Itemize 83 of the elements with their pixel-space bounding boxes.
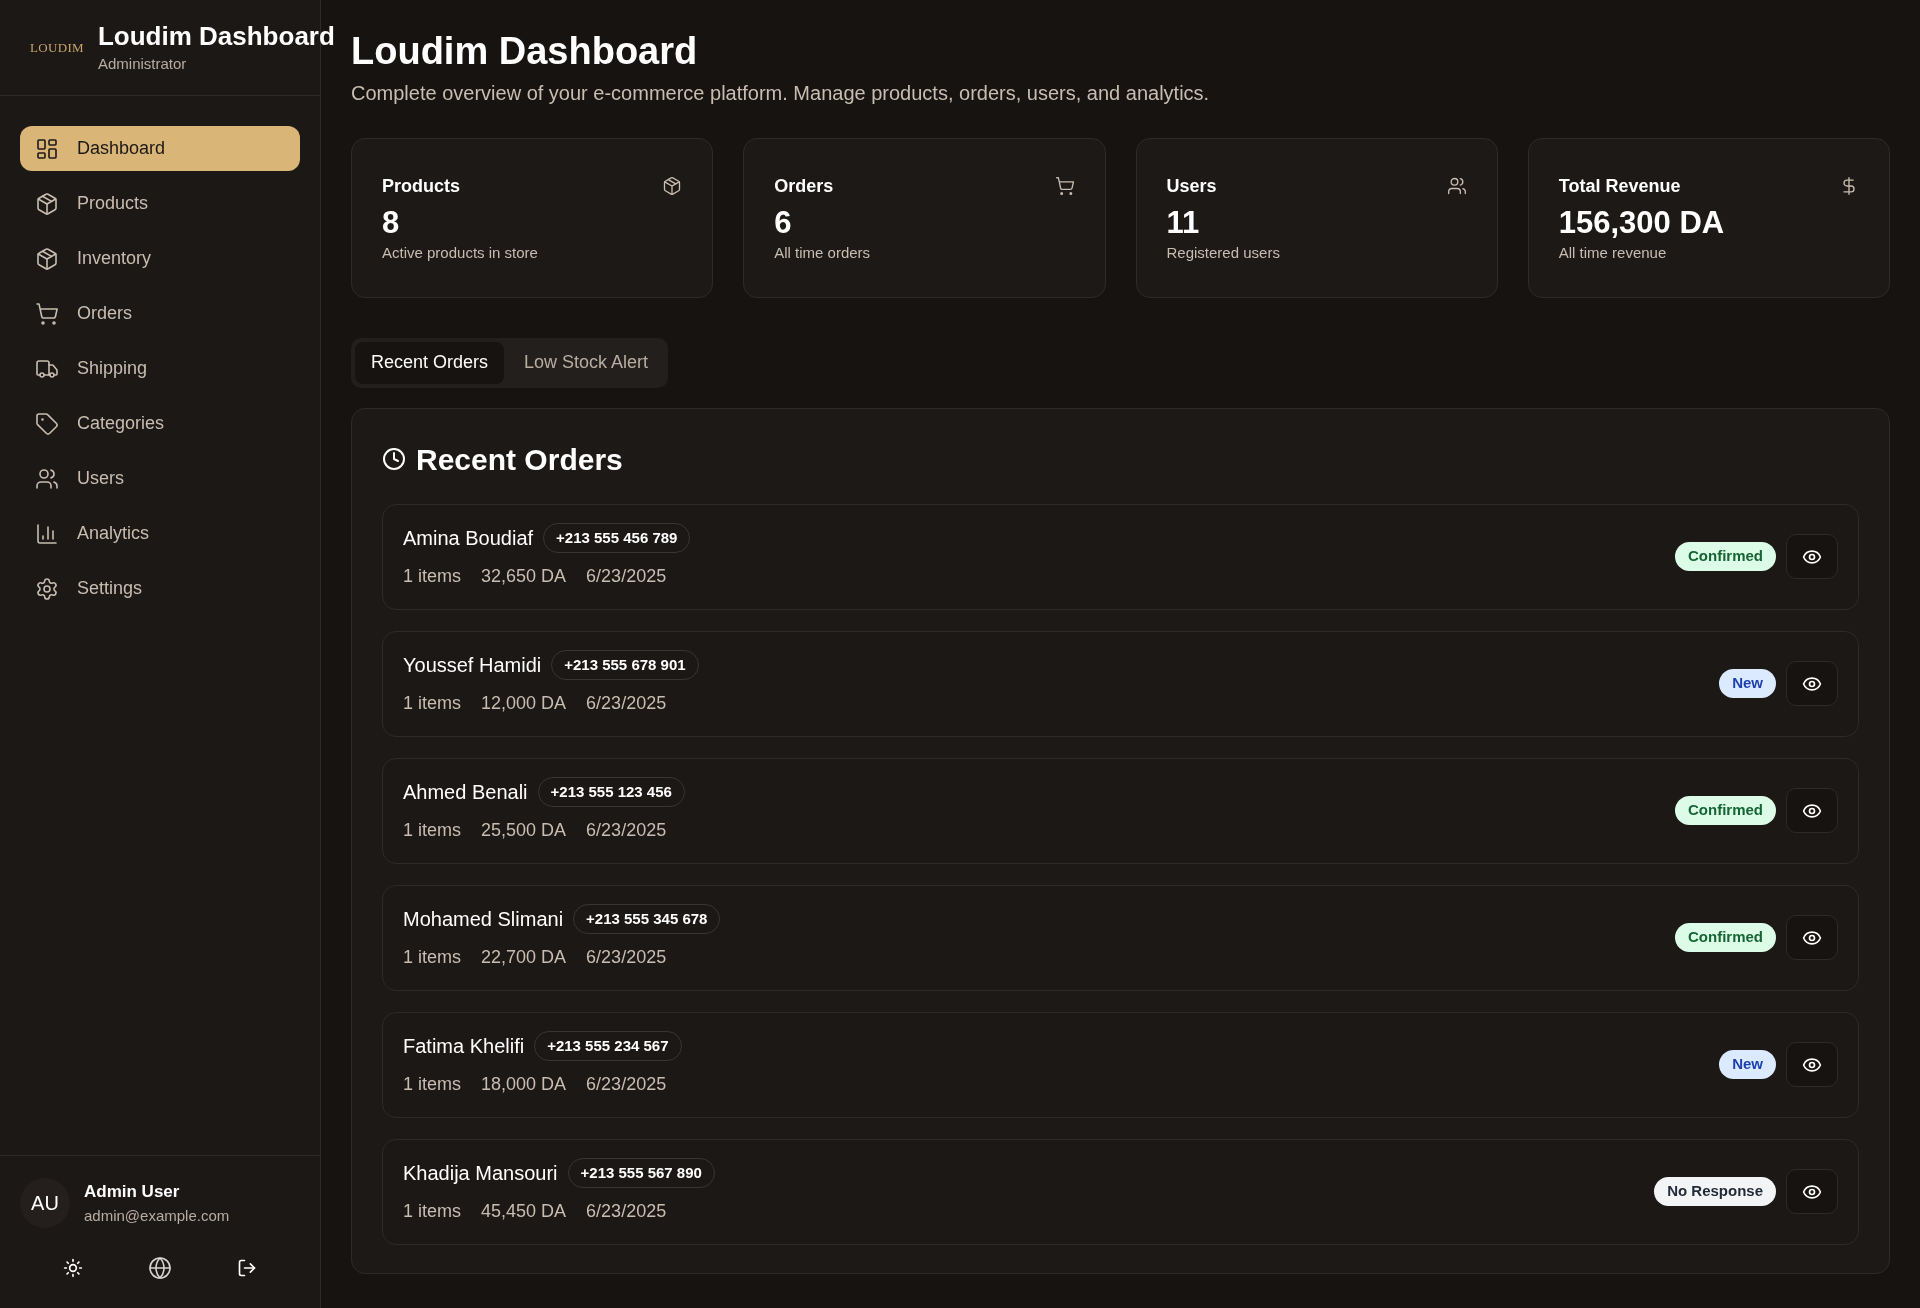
page-title: Loudim Dashboard <box>351 29 699 74</box>
view-button[interactable] <box>1786 1042 1838 1087</box>
logout-icon <box>237 1258 258 1278</box>
order-date: 6/23/2025 <box>586 692 667 716</box>
box-icon <box>35 246 59 271</box>
stat-label: Total Revenue <box>1558 174 1681 198</box>
status-badge: Confirmed <box>1675 542 1776 571</box>
stat-caption: All time orders <box>774 243 872 264</box>
sidebar-item[interactable]: Settings <box>20 566 300 611</box>
user-name: Admin User <box>84 1181 181 1203</box>
sidebar-item[interactable]: Categories <box>20 401 300 446</box>
box-icon <box>662 176 683 196</box>
view-button[interactable] <box>1786 661 1838 706</box>
order-total: 25,500 DA <box>481 819 567 843</box>
grid-icon <box>35 136 59 161</box>
item-count: 1 items <box>403 565 462 589</box>
customer-name: Ahmed Benali <box>403 780 528 805</box>
stat-caption: Registered users <box>1166 243 1281 264</box>
customer-name: Amina Boudiaf <box>403 526 534 551</box>
section-title: Recent Orders <box>416 441 623 478</box>
order-total: 12,000 DA <box>481 692 567 716</box>
customer-name: Fatima Khelifi <box>403 1034 525 1059</box>
status-badge: Confirmed <box>1675 796 1776 825</box>
globe-icon <box>148 1256 172 1280</box>
page-subtitle: Complete overview of your e-commerce platform. Manage products, orders, users, and analytics. <box>351 80 1211 106</box>
stat-label: Users <box>1166 174 1217 198</box>
user-email: admin@example.com <box>84 1205 230 1226</box>
sun-icon <box>62 1258 83 1278</box>
sidebar-item[interactable]: Products <box>20 181 300 226</box>
sidebar-item[interactable]: Inventory <box>20 236 300 281</box>
view-button[interactable] <box>1786 534 1838 579</box>
status-badge: Confirmed <box>1675 923 1776 952</box>
view-button[interactable] <box>1786 788 1838 833</box>
sidebar-item[interactable]: Analytics <box>20 511 300 556</box>
box-icon <box>35 191 59 216</box>
status-badge: New <box>1719 1050 1776 1079</box>
stat-caption: Active products in store <box>382 243 539 264</box>
sidebar-item[interactable]: Orders <box>20 291 300 336</box>
view-button[interactable] <box>1786 1169 1838 1214</box>
order-date: 6/23/2025 <box>586 1073 667 1097</box>
role-label: Administrator <box>97 53 188 74</box>
item-count: 1 items <box>403 692 462 716</box>
stat-value: 156,300 DA <box>1558 203 1726 242</box>
status-badge: No Response <box>1654 1177 1776 1206</box>
sidebar-item[interactable]: Shipping <box>20 346 300 391</box>
logo: LOUDIM <box>30 38 84 57</box>
stat-label: Products <box>382 174 460 198</box>
customer-name: Mohamed Slimani <box>403 907 564 932</box>
order-date: 6/23/2025 <box>586 565 667 589</box>
users-icon <box>1446 176 1467 196</box>
stat-value: 11 <box>1166 203 1201 242</box>
view-button[interactable] <box>1786 915 1838 960</box>
order-total: 22,700 DA <box>481 946 567 970</box>
customer-name: Khadija Mansouri <box>403 1161 558 1186</box>
stat-caption: All time revenue <box>1558 243 1668 264</box>
users-icon <box>35 466 59 491</box>
stat-value: 8 <box>382 203 401 242</box>
order-date: 6/23/2025 <box>586 819 667 843</box>
avatar: AU <box>20 1178 70 1228</box>
tag-icon <box>35 411 59 436</box>
item-count: 1 items <box>403 1073 462 1097</box>
order-total: 18,000 DA <box>481 1073 567 1097</box>
cart-icon <box>35 301 59 326</box>
item-count: 1 items <box>403 1200 462 1224</box>
bar-chart-icon <box>35 521 59 546</box>
tab[interactable]: Low Stock Alert <box>508 341 665 384</box>
order-date: 6/23/2025 <box>586 946 667 970</box>
sidebar-item[interactable]: Dashboard <box>20 126 300 171</box>
cart-icon <box>1054 176 1075 196</box>
sidebar-item[interactable]: Users <box>20 456 300 501</box>
order-total: 45,450 DA <box>481 1200 567 1224</box>
stat-value: 6 <box>774 203 793 242</box>
customer-name: Youssef Hamidi <box>403 653 542 678</box>
order-date: 6/23/2025 <box>586 1200 667 1224</box>
app-title: Loudim Dashboard <box>97 20 335 53</box>
item-count: 1 items <box>403 819 462 843</box>
clock-icon <box>382 447 406 471</box>
settings-icon <box>35 576 59 601</box>
status-badge: New <box>1719 669 1776 698</box>
item-count: 1 items <box>403 946 462 970</box>
stat-label: Orders <box>774 174 834 198</box>
tab[interactable]: Recent Orders <box>355 341 505 384</box>
order-total: 32,650 DA <box>481 565 567 589</box>
